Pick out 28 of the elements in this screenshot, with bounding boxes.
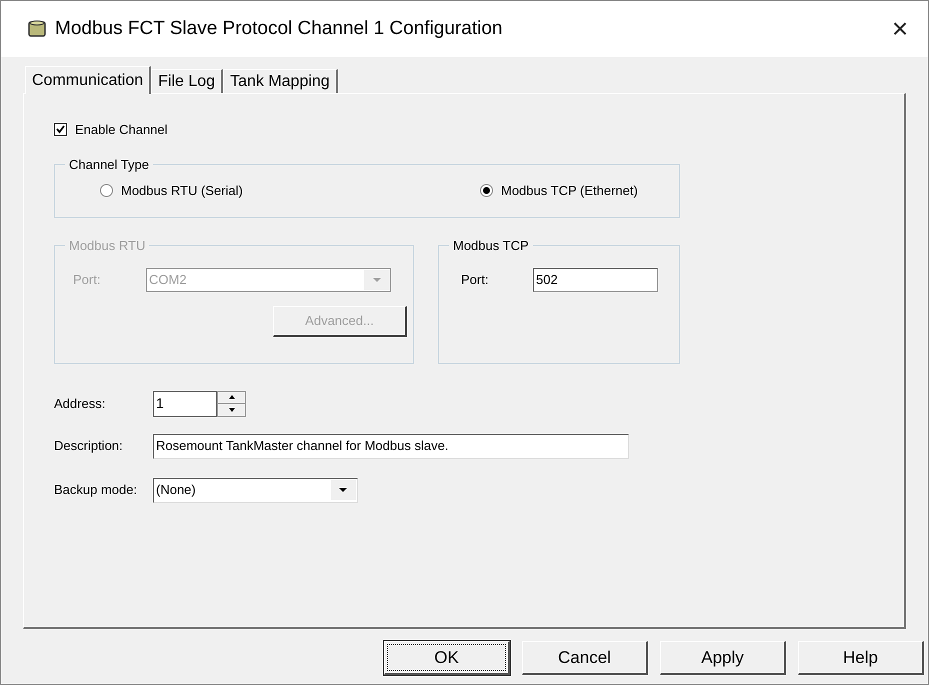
tab[interactable]: Communication [25, 66, 152, 94]
backup-mode-dropdown[interactable]: (None) [153, 478, 358, 502]
down-arrow-icon [228, 408, 234, 412]
checkbox[interactable] [54, 123, 67, 136]
port-label: Port: [461, 270, 490, 289]
description-field[interactable]: Rosemount TankMaster channel for Modbus slave. [153, 434, 629, 458]
backup-mode-label: Backup mode: [54, 481, 138, 500]
checkbox-label: Enable Channel [75, 121, 168, 139]
radio-button[interactable] [100, 184, 113, 197]
dialog-button[interactable]: Help [798, 641, 924, 675]
port-field[interactable]: 502 [533, 268, 658, 292]
window-title: Modbus FCT Slave Protocol Channel 1 Configuration [55, 16, 502, 41]
spin-buttons[interactable] [217, 390, 246, 416]
up-arrow-icon [228, 395, 234, 400]
close-button[interactable]: × [882, 11, 918, 47]
radio-label: Modbus RTU (Serial) [121, 182, 243, 200]
dialog-button[interactable]: OK [384, 641, 510, 675]
dialog-button[interactable]: Apply [660, 641, 786, 675]
address-field[interactable]: 1 [153, 390, 217, 416]
address-label: Address: [54, 394, 106, 413]
description-label: Description: [54, 437, 124, 456]
tab[interactable]: File Log [151, 69, 224, 93]
dialog-button[interactable]: Cancel [522, 641, 648, 675]
cylinder-icon [27, 19, 47, 39]
radio-button[interactable] [480, 184, 493, 197]
radio-label: Modbus TCP (Ethernet) [501, 182, 638, 200]
tab[interactable]: Tank Mapping [223, 69, 338, 93]
port-label: Port: [73, 270, 102, 289]
